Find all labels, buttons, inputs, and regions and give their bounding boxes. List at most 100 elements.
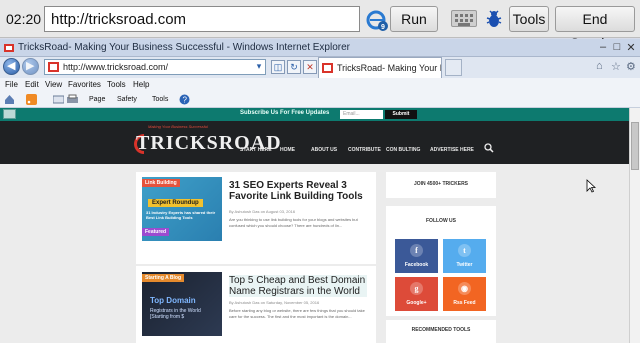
ie-address-row: ◀ ▶ http://www.tricksroad.com/ ▾ ◫ ↻ ✕ T… [0,57,640,78]
ie-command-bar: Page Safety Tools ? [0,92,640,108]
page-viewport: Subscribe Us For Free Updates Email... S… [0,108,629,343]
post-thumbnail[interactable]: Starting A Blog Top Domain Registrars in… [142,272,222,336]
ie-address-field[interactable]: http://www.tricksroad.com/ [44,59,266,75]
refresh-icon[interactable]: ↻ [287,60,301,74]
dropdown-icon[interactable]: ▾ [252,60,266,74]
nav-contribute[interactable]: CONTRIBUTE [348,147,381,153]
mouse-cursor-icon [586,179,596,193]
menu-view[interactable]: View [45,80,62,89]
subscribe-email-input[interactable]: Email... [340,110,383,119]
nav-start-here[interactable]: START HERE [240,147,272,153]
menu-help[interactable]: Help [133,80,149,89]
google-plus-icon: g [410,282,423,295]
help-icon[interactable]: ? [179,94,190,105]
forward-arrow-icon: ▶ [26,60,35,72]
site-header: Making Your Business Successful TRICKSRO… [0,121,629,164]
thumbnail-heading: Top Domain [150,296,196,305]
menu-edit[interactable]: Edit [25,80,39,89]
subscribe-text: Subscribe Us For Free Updates [240,110,330,116]
forward-button[interactable]: ▶ [22,58,39,75]
compat-view-icon[interactable]: ◫ [271,60,285,74]
facebook-button[interactable]: f Facebook [395,239,438,273]
end-session-button[interactable]: End Session [555,6,635,51]
logo-tagline: Making Your Business Successful [148,124,208,129]
rss-label: Rss Feed [453,300,476,306]
settings-gear-icon[interactable]: ⚙ [626,60,636,73]
menu-tools[interactable]: Tools [107,80,126,89]
bug-icon[interactable] [485,9,503,29]
url-input[interactable] [44,6,360,32]
nav-about-us[interactable]: ABOUT US [311,147,337,153]
back-button[interactable]: ◀ [3,58,20,75]
post-title[interactable]: Top 5 Cheap and Best Domain Name Registr… [229,275,367,297]
menu-file[interactable]: File [5,80,18,89]
safety-menu[interactable]: Safety [117,96,137,103]
mail-icon[interactable] [53,94,64,105]
session-timer: 02:20 [6,11,42,27]
stop-icon[interactable]: ✕ [303,60,317,74]
post-card: Link Building Expert Roundup 31 Industry… [136,172,376,264]
nav-consulting[interactable]: CON BULTING [386,147,420,153]
ie-favicon-icon [4,44,14,52]
recommended-widget: RECOMMENDED TOOLS [386,320,496,343]
featured-badge: Featured [142,228,170,236]
join-text: JOIN 4500+ TRICKERS [413,181,469,187]
ie-title-bar: TricksRoad- Making Your Business Success… [0,39,640,57]
post-meta: By Ashutosh Das on August 03, 2016 [229,209,296,214]
google-plus-label: Google+ [406,300,427,306]
new-tab-button[interactable] [445,59,462,76]
run-button[interactable]: Run [390,6,438,32]
rss-feed-icon[interactable] [26,94,37,105]
thumbnail-heading: Expert Roundup [148,199,203,207]
svg-text:?: ? [183,96,188,105]
page-scrollbar[interactable] [629,108,640,343]
tools-menu[interactable]: Tools [152,96,168,103]
ie-menu-bar: File Edit View Favorites Tools Help [0,78,640,92]
page-menu[interactable]: Page [89,96,105,103]
window-title: TricksRoad- Making Your Business Success… [18,42,350,53]
tab-label: TricksRoad- Making Your Busi... [337,63,441,73]
remote-toolbar: 02:20 9 Run Tools End Session [0,0,640,51]
subscribe-bar: Subscribe Us For Free Updates Email... S… [0,108,629,121]
post-card: Starting A Blog Top Domain Registrars in… [136,266,376,343]
google-plus-button[interactable]: g Google+ [395,277,438,311]
keyboard-icon[interactable] [451,10,477,27]
internet-explorer-icon[interactable]: 9 [366,9,388,31]
category-label[interactable]: Starting A Blog [142,274,185,282]
post-meta: By Ashutosh Das on Saturday, November 05… [229,300,320,305]
favorites-star-icon[interactable]: ☆ [611,60,621,73]
close-icon[interactable]: ✕ [624,41,638,54]
ie-address-text: http://www.tricksroad.com/ [63,62,169,72]
svg-text:9: 9 [381,24,385,31]
print-icon[interactable] [67,94,78,105]
twitter-icon: t [458,244,471,257]
follow-heading: FOLLOW US [426,218,456,224]
nav-advertise-here[interactable]: ADVERTISE HERE [430,147,474,153]
site-favicon-icon [48,62,59,72]
thumbnail-text: Registrars in the World [Starting from $ [150,308,201,320]
browser-tab[interactable]: TricksRoad- Making Your Busi... [318,57,442,78]
recommended-heading: RECOMMENDED TOOLS [411,327,471,333]
tab-favicon-icon [322,63,333,73]
search-icon[interactable] [484,143,494,153]
facebook-icon: f [410,244,423,257]
tools-button[interactable]: Tools [509,6,549,32]
twitter-button[interactable]: t Twitter [443,239,486,273]
minimize-icon[interactable]: – [596,41,610,53]
home-icon[interactable]: ⌂ [596,60,603,72]
post-title[interactable]: 31 SEO Experts Reveal 3 Favorite Link Bu… [229,180,367,202]
post-excerpt: Are you thinking to use link building to… [229,217,358,228]
join-widget: JOIN 4500+ TRICKERS [386,172,496,198]
post-excerpt: Before starting any blog or website, the… [229,308,365,319]
scroll-thumb[interactable] [631,122,639,170]
rss-icon: ◉ [458,282,471,295]
rss-button[interactable]: ◉ Rss Feed [443,277,486,311]
post-thumbnail[interactable]: Link Building Expert Roundup 31 Industry… [142,177,222,241]
subscribe-submit-button[interactable]: Submit [385,110,417,119]
nav-home[interactable]: HOME [280,147,295,153]
home-page-icon[interactable] [4,94,15,105]
category-label[interactable]: Link Building [142,179,180,187]
maximize-icon[interactable]: □ [610,41,624,53]
menu-favorites[interactable]: Favorites [68,80,101,89]
thumbnail-text: 31 Industry Experts has shared their Bes… [146,210,216,220]
